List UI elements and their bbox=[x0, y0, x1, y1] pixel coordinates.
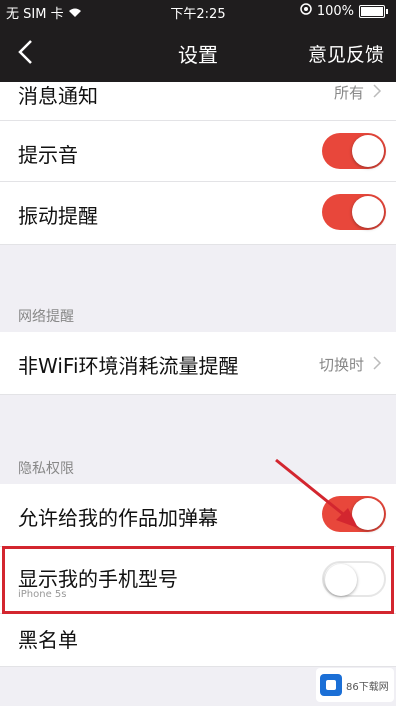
row-wifi-reminder[interactable]: 非WiFi环境消耗流量提醒 切换时 bbox=[0, 332, 396, 395]
annotation-arrow-icon bbox=[275, 458, 358, 528]
row-vibrate: 振动提醒 bbox=[0, 182, 396, 245]
wifi-reminder-label: 非WiFi环境消耗流量提醒 bbox=[18, 354, 239, 378]
orientation-lock-icon bbox=[300, 3, 312, 19]
vibrate-label: 振动提醒 bbox=[18, 204, 98, 228]
feedback-button[interactable]: 意见反馈 bbox=[308, 40, 384, 67]
wifi-reminder-value: 切换时 bbox=[318, 356, 364, 374]
notifications-value: 所有 bbox=[333, 84, 364, 102]
row-notifications[interactable]: 消息通知 所有 bbox=[0, 82, 396, 121]
status-bar: 无 SIM 卡 下午2:25 100% bbox=[0, 0, 396, 22]
sound-toggle[interactable] bbox=[322, 133, 386, 169]
chevron-right-icon bbox=[373, 84, 382, 98]
vibrate-toggle[interactable] bbox=[322, 194, 386, 230]
row-sound: 提示音 bbox=[0, 121, 396, 182]
chevron-right-icon bbox=[373, 356, 382, 370]
logo-icon bbox=[320, 674, 342, 696]
watermark: 86下载网 bbox=[316, 668, 394, 702]
notifications-label: 消息通知 bbox=[18, 84, 98, 108]
section-privacy: 隐私权限 bbox=[18, 461, 74, 477]
battery-icon bbox=[359, 4, 385, 18]
row-blacklist[interactable]: 黑名单 bbox=[0, 614, 396, 667]
nav-bar: 设置 意见反馈 bbox=[0, 22, 396, 82]
watermark-text: 86下载网 bbox=[346, 681, 389, 693]
sound-label: 提示音 bbox=[18, 143, 78, 167]
battery-percent: 100% bbox=[316, 3, 354, 19]
blacklist-label: 黑名单 bbox=[18, 628, 78, 652]
section-network: 网络提醒 bbox=[18, 309, 74, 325]
danmaku-label: 允许给我的作品加弹幕 bbox=[18, 506, 218, 530]
highlight-box bbox=[2, 546, 394, 614]
